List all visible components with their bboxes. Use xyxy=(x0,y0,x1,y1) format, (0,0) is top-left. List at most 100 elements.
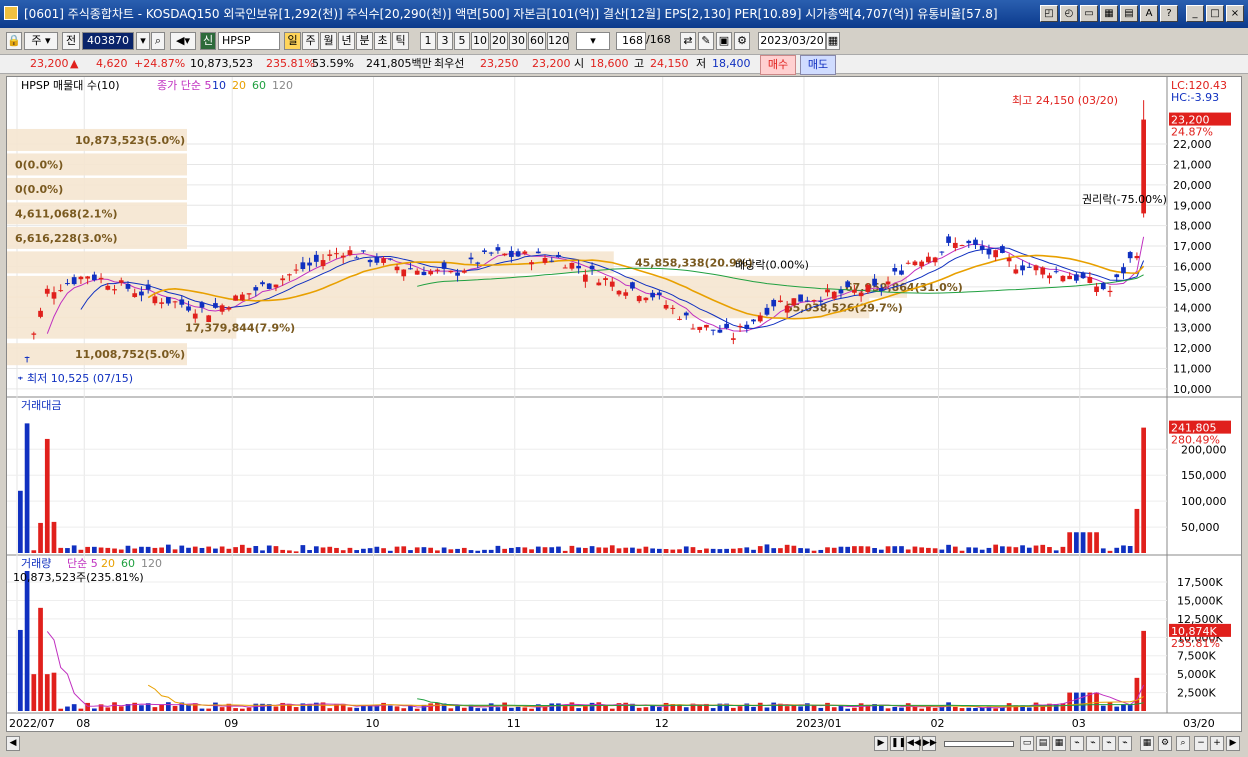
interval-3[interactable]: 3 xyxy=(437,32,453,50)
speaker-icon[interactable]: ◀▾ xyxy=(170,32,196,50)
zoom-in-icon[interactable]: ⌕ xyxy=(1176,736,1190,751)
market-select[interactable]: 주 ▾ xyxy=(24,32,58,50)
grid-icon[interactable]: ▦ xyxy=(1140,736,1154,751)
toolbar-icon-4[interactable]: ▦ xyxy=(1100,5,1118,22)
toolbar-icon-1[interactable]: ◰ xyxy=(1040,5,1058,22)
interval-20[interactable]: 20 xyxy=(490,32,508,50)
pause-icon[interactable]: ❚❚ xyxy=(890,736,906,751)
layout-icon-1[interactable]: ▤ xyxy=(1036,736,1050,751)
amount-bar xyxy=(966,547,972,553)
candle-body xyxy=(502,253,508,256)
settings-icon[interactable]: ⚙ xyxy=(1158,736,1172,751)
candle-body xyxy=(139,291,144,296)
draw-icon-2[interactable]: ⌁ xyxy=(1086,736,1100,751)
lock-icon[interactable]: 🔒 xyxy=(6,32,22,50)
candle-body xyxy=(650,292,655,298)
candle-body xyxy=(932,257,938,263)
volume-bar xyxy=(926,706,931,711)
draw-icon-4[interactable]: ⌁ xyxy=(1118,736,1132,751)
amount-bar xyxy=(468,550,474,553)
candle-body xyxy=(878,287,884,291)
scroll-left-icon[interactable]: ◀ xyxy=(6,736,20,751)
amount-bar xyxy=(387,550,393,553)
plus-icon[interactable]: + xyxy=(1210,736,1224,751)
stock-name-field[interactable]: HPSP xyxy=(218,32,280,50)
chart-canvas[interactable]: 10,000 11,000 12,000 13,000 14,000 15,000 16,0… xyxy=(7,77,1241,731)
toolbar-icon-6[interactable]: A xyxy=(1140,5,1158,22)
layout-icon-2[interactable]: ▦ xyxy=(1052,736,1066,751)
zoom-slider[interactable] xyxy=(944,741,1014,747)
volume-bar xyxy=(327,708,333,711)
volume-profile-label: 11,008,752(5.0%) xyxy=(75,348,185,361)
candle-body xyxy=(488,252,494,254)
candle-body xyxy=(71,277,77,285)
period-0[interactable]: 일 xyxy=(284,32,301,50)
toolbar-icon-5[interactable]: ▤ xyxy=(1120,5,1138,22)
interval-30[interactable]: 30 xyxy=(509,32,527,50)
help-icon[interactable]: ? xyxy=(1160,5,1178,22)
minimize-button[interactable]: _ xyxy=(1186,5,1204,22)
search-icon[interactable]: ⌕ xyxy=(151,32,165,50)
amount-bar xyxy=(858,546,864,553)
interval-1[interactable]: 1 xyxy=(420,32,436,50)
candle-body xyxy=(1013,269,1019,274)
gear-icon[interactable]: ⚙ xyxy=(734,32,750,50)
scroll-right-icon[interactable]: ▶ xyxy=(1226,736,1240,751)
candle-body xyxy=(1033,265,1039,271)
tool-icon-a[interactable]: ⇄ xyxy=(680,32,696,50)
volume-note: 10,873,523주(235.81%) xyxy=(13,571,144,584)
prev-button[interactable]: 전 xyxy=(62,32,80,50)
period-6[interactable]: 틱 xyxy=(392,32,409,50)
amount-bar xyxy=(724,548,729,553)
toolbar-icon-2[interactable]: ◴ xyxy=(1060,5,1078,22)
code-dropdown-icon[interactable]: ▾ xyxy=(136,32,150,50)
candle-body xyxy=(58,290,64,292)
stock-code-input[interactable]: 403870 xyxy=(82,32,134,50)
forward-icon[interactable]: ▶▶ xyxy=(922,736,937,751)
draw-icon-1[interactable]: ⌁ xyxy=(1070,736,1084,751)
candle-body xyxy=(973,239,978,245)
volume-bar xyxy=(656,707,662,711)
candle-body xyxy=(421,271,427,276)
period-5[interactable]: 초 xyxy=(374,32,391,50)
interval-5[interactable]: 5 xyxy=(454,32,470,50)
interval-input[interactable]: ▾ xyxy=(576,32,610,50)
volume-bar xyxy=(509,707,514,711)
volume-legend-item: 60 xyxy=(121,557,135,570)
draw-icon-3[interactable]: ⌁ xyxy=(1102,736,1116,751)
amount-bar xyxy=(1080,532,1086,553)
period-3[interactable]: 년 xyxy=(338,32,355,50)
date-input[interactable]: 2023/03/20 xyxy=(758,32,826,50)
sell-button[interactable]: 매도 xyxy=(800,55,836,75)
interval-120[interactable]: 120 xyxy=(547,32,569,50)
amount-bar xyxy=(381,548,386,553)
amount-bar xyxy=(91,546,97,553)
volume-bar xyxy=(798,706,803,711)
interval-60[interactable]: 60 xyxy=(528,32,546,50)
minus-icon[interactable]: − xyxy=(1194,736,1208,751)
volume-legend-item: 120 xyxy=(141,557,162,570)
tool-icon-b[interactable]: ✎ xyxy=(698,32,714,50)
volume-bar xyxy=(852,707,857,711)
candle-body xyxy=(791,298,797,306)
tool-icon-c[interactable]: ▣ xyxy=(716,32,732,50)
candle-body xyxy=(51,292,57,299)
toolbar-icon-3[interactable]: ▭ xyxy=(1080,5,1098,22)
period-2[interactable]: 월 xyxy=(320,32,337,50)
interval-10[interactable]: 10 xyxy=(471,32,489,50)
period-4[interactable]: 분 xyxy=(356,32,373,50)
count-input[interactable]: 168 xyxy=(616,32,646,50)
rewind-icon[interactable]: ◀◀ xyxy=(906,736,921,751)
volume-bar xyxy=(152,707,158,711)
chart-area[interactable]: 10,000 11,000 12,000 13,000 14,000 15,000 16,0… xyxy=(6,76,1242,732)
period-1[interactable]: 주 xyxy=(302,32,319,50)
calendar-icon[interactable]: ▦ xyxy=(826,32,840,50)
maximize-button[interactable]: □ xyxy=(1206,5,1224,22)
candle-body xyxy=(246,293,252,295)
turnover: 53.59% xyxy=(312,57,354,70)
buy-button[interactable]: 매수 xyxy=(760,55,796,75)
candle-body xyxy=(367,259,373,263)
close-button[interactable]: × xyxy=(1226,5,1244,22)
zoom-tool-icon[interactable]: ▭ xyxy=(1020,736,1034,751)
play-icon[interactable]: ▶ xyxy=(874,736,888,751)
